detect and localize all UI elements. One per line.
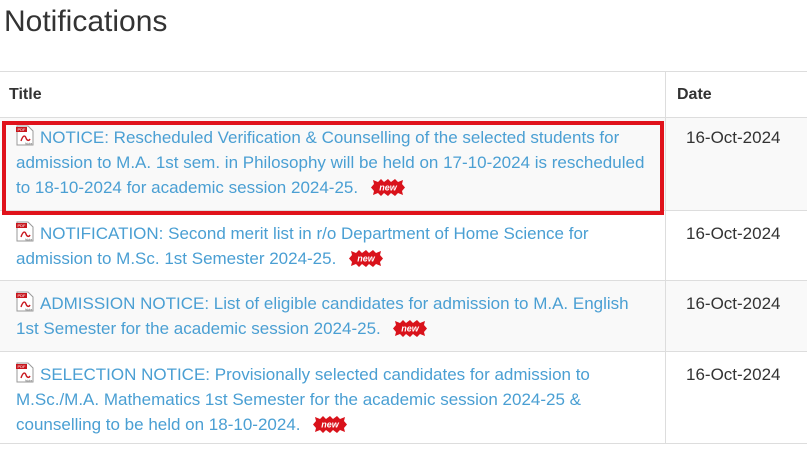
notice-title-cell: PDF Adobe SELECTION NOTICE: Provisionall…: [0, 352, 666, 443]
svg-text:PDF: PDF: [18, 127, 27, 132]
notice-date: 16-Oct-2024: [686, 294, 781, 313]
svg-text:Adobe: Adobe: [25, 239, 33, 242]
new-badge-text: new: [357, 254, 376, 264]
notice-link[interactable]: PDF Adobe NOTIFICATION: Second merit lis…: [16, 221, 589, 268]
column-header-date: Date: [677, 86, 712, 103]
new-badge-text: new: [402, 324, 421, 334]
svg-text:PDF: PDF: [18, 223, 27, 228]
svg-text:Adobe: Adobe: [25, 309, 33, 312]
svg-text:Adobe: Adobe: [25, 143, 33, 146]
notice-title-cell: PDF Adobe ADMISSION NOTICE: List of elig…: [0, 281, 666, 351]
new-badge-text: new: [379, 183, 398, 193]
notice-text: ADMISSION NOTICE: List of eligible candi…: [16, 294, 629, 338]
table-row: PDF Adobe SELECTION NOTICE: Provisionall…: [0, 352, 807, 444]
pdf-icon: PDF Adobe: [16, 125, 34, 146]
column-header-title: Title: [0, 72, 666, 117]
notice-text: NOTIFICATION: Second merit list in r/o D…: [16, 224, 589, 268]
notice-date: 16-Oct-2024: [686, 128, 781, 147]
notice-link[interactable]: PDF Adobe SELECTION NOTICE: Provisionall…: [16, 362, 590, 434]
notice-text: SELECTION NOTICE: Provisionally selected…: [16, 365, 590, 434]
new-badge-icon: new: [347, 250, 385, 267]
table-row: PDF Adobe NOTICE: Rescheduled Verificati…: [0, 118, 807, 211]
new-badge-icon: new: [369, 179, 407, 196]
notifications-page: Notifications Title Date PDF Adobe NOTIC…: [0, 0, 807, 449]
table-header-row: Title Date: [0, 72, 807, 118]
notice-title-cell: PDF Adobe NOTICE: Rescheduled Verificati…: [0, 118, 666, 210]
svg-text:Adobe: Adobe: [25, 380, 33, 383]
svg-text:PDF: PDF: [18, 293, 27, 298]
new-badge-text: new: [321, 420, 340, 430]
pdf-icon: PDF Adobe: [16, 221, 34, 242]
pdf-icon: PDF Adobe: [16, 362, 34, 383]
notice-link[interactable]: PDF Adobe NOTICE: Rescheduled Verificati…: [16, 125, 645, 197]
notifications-table: Title Date PDF Adobe NOTICE: Rescheduled…: [0, 71, 807, 444]
notice-link[interactable]: PDF Adobe ADMISSION NOTICE: List of elig…: [16, 291, 629, 338]
notice-date: 16-Oct-2024: [686, 365, 781, 384]
notice-date: 16-Oct-2024: [686, 224, 781, 243]
svg-text:PDF: PDF: [18, 364, 27, 369]
table-row: PDF Adobe ADMISSION NOTICE: List of elig…: [0, 281, 807, 352]
notice-text: NOTICE: Rescheduled Verification & Couns…: [16, 128, 645, 197]
notice-title-cell: PDF Adobe NOTIFICATION: Second merit lis…: [0, 211, 666, 280]
new-badge-icon: new: [391, 320, 429, 337]
page-title: Notifications: [4, 5, 168, 38]
pdf-icon: PDF Adobe: [16, 291, 34, 312]
table-row: PDF Adobe NOTIFICATION: Second merit lis…: [0, 211, 807, 281]
new-badge-icon: new: [311, 416, 349, 433]
